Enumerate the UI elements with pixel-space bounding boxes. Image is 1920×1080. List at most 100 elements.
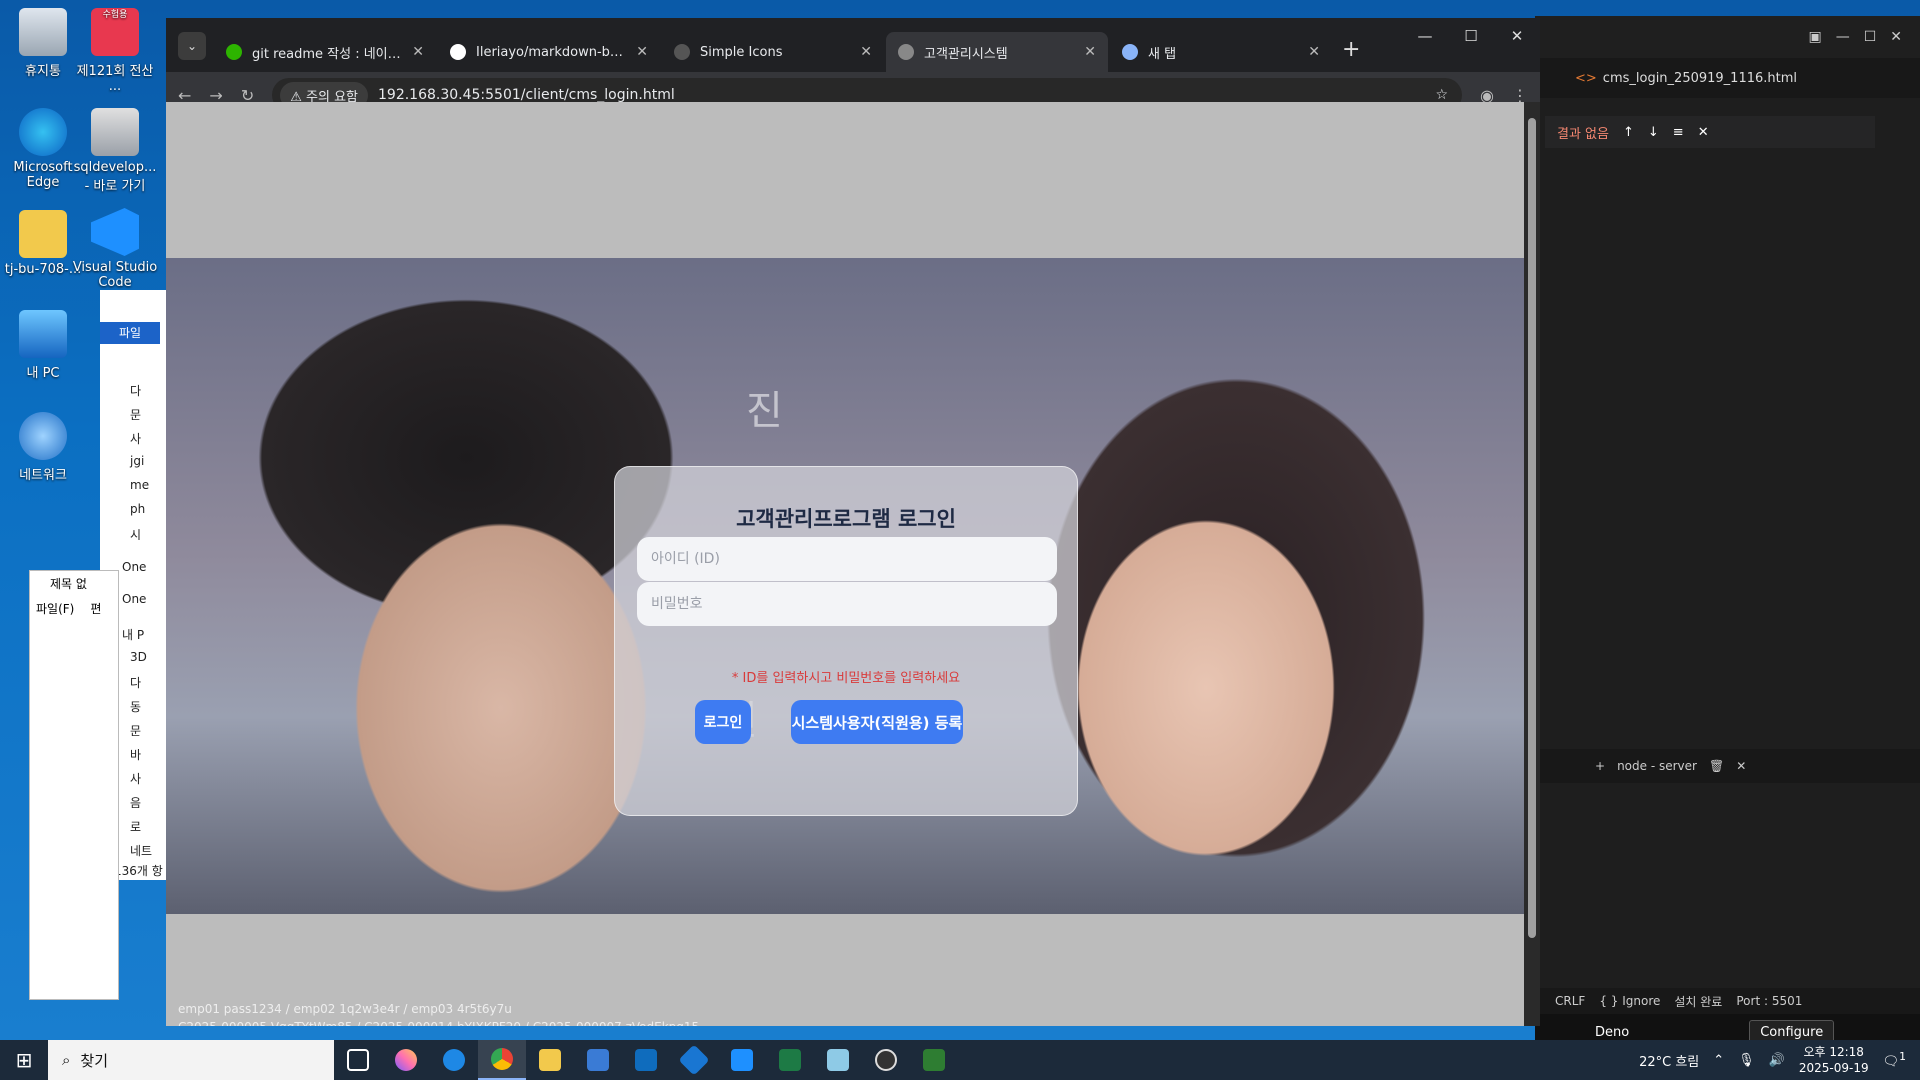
editor-tab[interactable]: cms_login_250919_1116.html [1603,71,1797,86]
url-text[interactable]: 192.168.30.45:5501/client/cms_login.html [378,87,675,103]
page-scrollbar[interactable] [1524,102,1540,1026]
file-explorer-icon[interactable] [526,1040,574,1080]
copilot-icon[interactable] [382,1040,430,1080]
bookmark-star-icon[interactable]: ☆ [1435,87,1448,103]
nav-item[interactable]: ph [130,502,145,516]
tab-close-icon[interactable]: ✕ [1308,44,1320,60]
close-icon[interactable]: ✕ [1698,125,1709,140]
tab-close-icon[interactable]: ✕ [412,44,424,60]
tab-close-icon[interactable]: ✕ [860,44,872,60]
minimize-icon[interactable]: — [1836,29,1850,45]
nav-item[interactable]: 다 [130,382,141,399]
pinned-app-icon[interactable] [670,1040,718,1080]
nav-item[interactable]: 3D [130,650,147,664]
scrollbar-thumb[interactable] [1528,118,1536,938]
windows-start-icon[interactable]: ⊞ [0,1040,48,1080]
lines-icon[interactable]: ≡ [1673,125,1684,140]
notification-icon[interactable]: 🗨1 [1883,1050,1906,1069]
nav-item[interactable]: 로 [130,818,141,835]
nav-item[interactable]: 바 [130,746,141,763]
password-input[interactable] [637,582,1057,626]
nav-item[interactable]: One [122,560,146,574]
nav-item[interactable]: One [122,592,146,606]
id-input[interactable] [637,537,1057,581]
tab-close-icon[interactable]: ✕ [636,44,648,60]
chrome-icon[interactable] [478,1040,526,1080]
notepad-menu-edit[interactable]: 편 [90,600,101,617]
nav-item[interactable]: 동 [130,698,141,715]
credential-hints: emp01 pass1234 / emp02 1q2w3e4r / emp03 … [178,1000,699,1026]
microphone-icon[interactable]: 🎙 [1738,1053,1755,1068]
status-install[interactable]: 설치 완료 [1674,993,1722,1010]
nav-item[interactable]: 음 [130,794,141,811]
nav-item[interactable]: 다 [130,674,141,691]
nav-item[interactable]: jgi [130,454,144,468]
tab-close-icon[interactable]: ✕ [1084,44,1096,60]
browser-tab-active[interactable]: 고객관리시스템 ✕ [886,32,1108,72]
add-terminal-icon[interactable]: + [1595,759,1605,773]
find-widget: 결과 없음 ↑ ↓ ≡ ✕ [1545,116,1875,148]
browser-tab[interactable]: 새 탭 ✕ [1110,32,1332,72]
nav-item[interactable]: me [130,478,149,492]
browser-tab[interactable]: Ileriayo/markdown-badges: ✕ [438,32,660,72]
arrow-up-icon[interactable]: ↑ [1623,125,1634,140]
store-icon[interactable] [574,1040,622,1080]
media-app-icon[interactable] [910,1040,958,1080]
explorer-file-tab[interactable]: 파일 [100,322,160,344]
vscode-statusbar: CRLF { } Ignore 설치 완료 Port : 5501 [1535,988,1920,1014]
browser-tab[interactable]: git readme 작성 : 네이버 카 ✕ [214,32,436,72]
edge-icon[interactable] [430,1040,478,1080]
simple-icons-icon [674,44,690,60]
tab-search-icon[interactable]: ⌄ [178,32,206,60]
outlook-icon[interactable] [622,1040,670,1080]
nav-item[interactable]: 내 P [122,626,144,643]
clock[interactable]: 오후 12:18 2025-09-19 [1799,1044,1869,1076]
desktop-icon-network[interactable]: 네트워크 [0,412,86,483]
tab-title: 고객관리시스템 [924,46,1008,62]
trash-icon[interactable]: 🗑 [1709,759,1724,773]
desktop-icon-vscode[interactable]: Visual Studio Code [72,208,158,290]
nav-item[interactable]: 네트 [130,842,152,859]
arrow-down-icon[interactable]: ↓ [1648,125,1659,140]
chevron-up-icon[interactable]: ⌃ [1713,1053,1724,1068]
minimize-icon[interactable]: — [1402,18,1448,54]
excel-icon[interactable] [766,1040,814,1080]
tab-title: git readme 작성 : 네이버 카 [252,46,403,62]
nav-item[interactable]: 사 [130,430,141,447]
monitor-icon [19,310,67,358]
vscode-icon[interactable] [718,1040,766,1080]
nav-item[interactable]: 시 [130,526,141,543]
maximize-icon[interactable]: ☐ [1864,29,1877,45]
nav-item[interactable]: 문 [130,406,141,423]
taskbar-search[interactable]: ⌕ 찾기 [48,1040,334,1080]
desktop-icon-sqldeveloper[interactable]: sqldevelop... - 바로 가기 [72,108,158,194]
browser-tab[interactable]: Simple Icons ✕ [662,32,884,72]
close-icon[interactable]: ✕ [1890,29,1902,45]
network-icon [19,412,67,460]
maximize-icon[interactable]: ☐ [1448,18,1494,54]
close-icon[interactable]: ✕ [1494,18,1540,54]
task-view-icon[interactable] [334,1040,382,1080]
notepad-menu-file[interactable]: 파일(F) [36,600,74,617]
volume-icon[interactable]: 🔊 [1769,1053,1785,1068]
weather-widget[interactable]: 22°C 흐림 [1639,1051,1699,1070]
new-tab-icon[interactable]: + [1342,37,1360,62]
nav-item[interactable]: 문 [130,722,141,739]
tab-title: 새 탭 [1148,46,1177,62]
html-file-icon: <> [1575,70,1597,86]
status-eol[interactable]: CRLF [1555,994,1585,1008]
status-ignore[interactable]: { } Ignore [1599,994,1660,1008]
register-button[interactable]: 시스템사용자(직원용) 등록 [791,700,963,744]
notepad-icon[interactable] [814,1040,862,1080]
vscode-window: ▣ — ☐ ✕ <> cms_login_250919_1116.html 결과… [1535,16,1920,1050]
desktop-icon-my-pc[interactable]: 내 PC [0,310,86,381]
desktop-icon-exam[interactable]: 수험용 제121회 전산 ... [72,8,158,94]
status-port[interactable]: Port : 5501 [1736,994,1802,1008]
nav-item[interactable]: 사 [130,770,141,787]
terminal-label[interactable]: node - server [1617,759,1697,773]
login-button[interactable]: 로그인 [695,700,751,744]
close-icon[interactable]: ✕ [1736,759,1746,773]
obs-icon[interactable] [862,1040,910,1080]
layout-icon[interactable]: ▣ [1808,29,1821,45]
database-icon [91,108,139,156]
